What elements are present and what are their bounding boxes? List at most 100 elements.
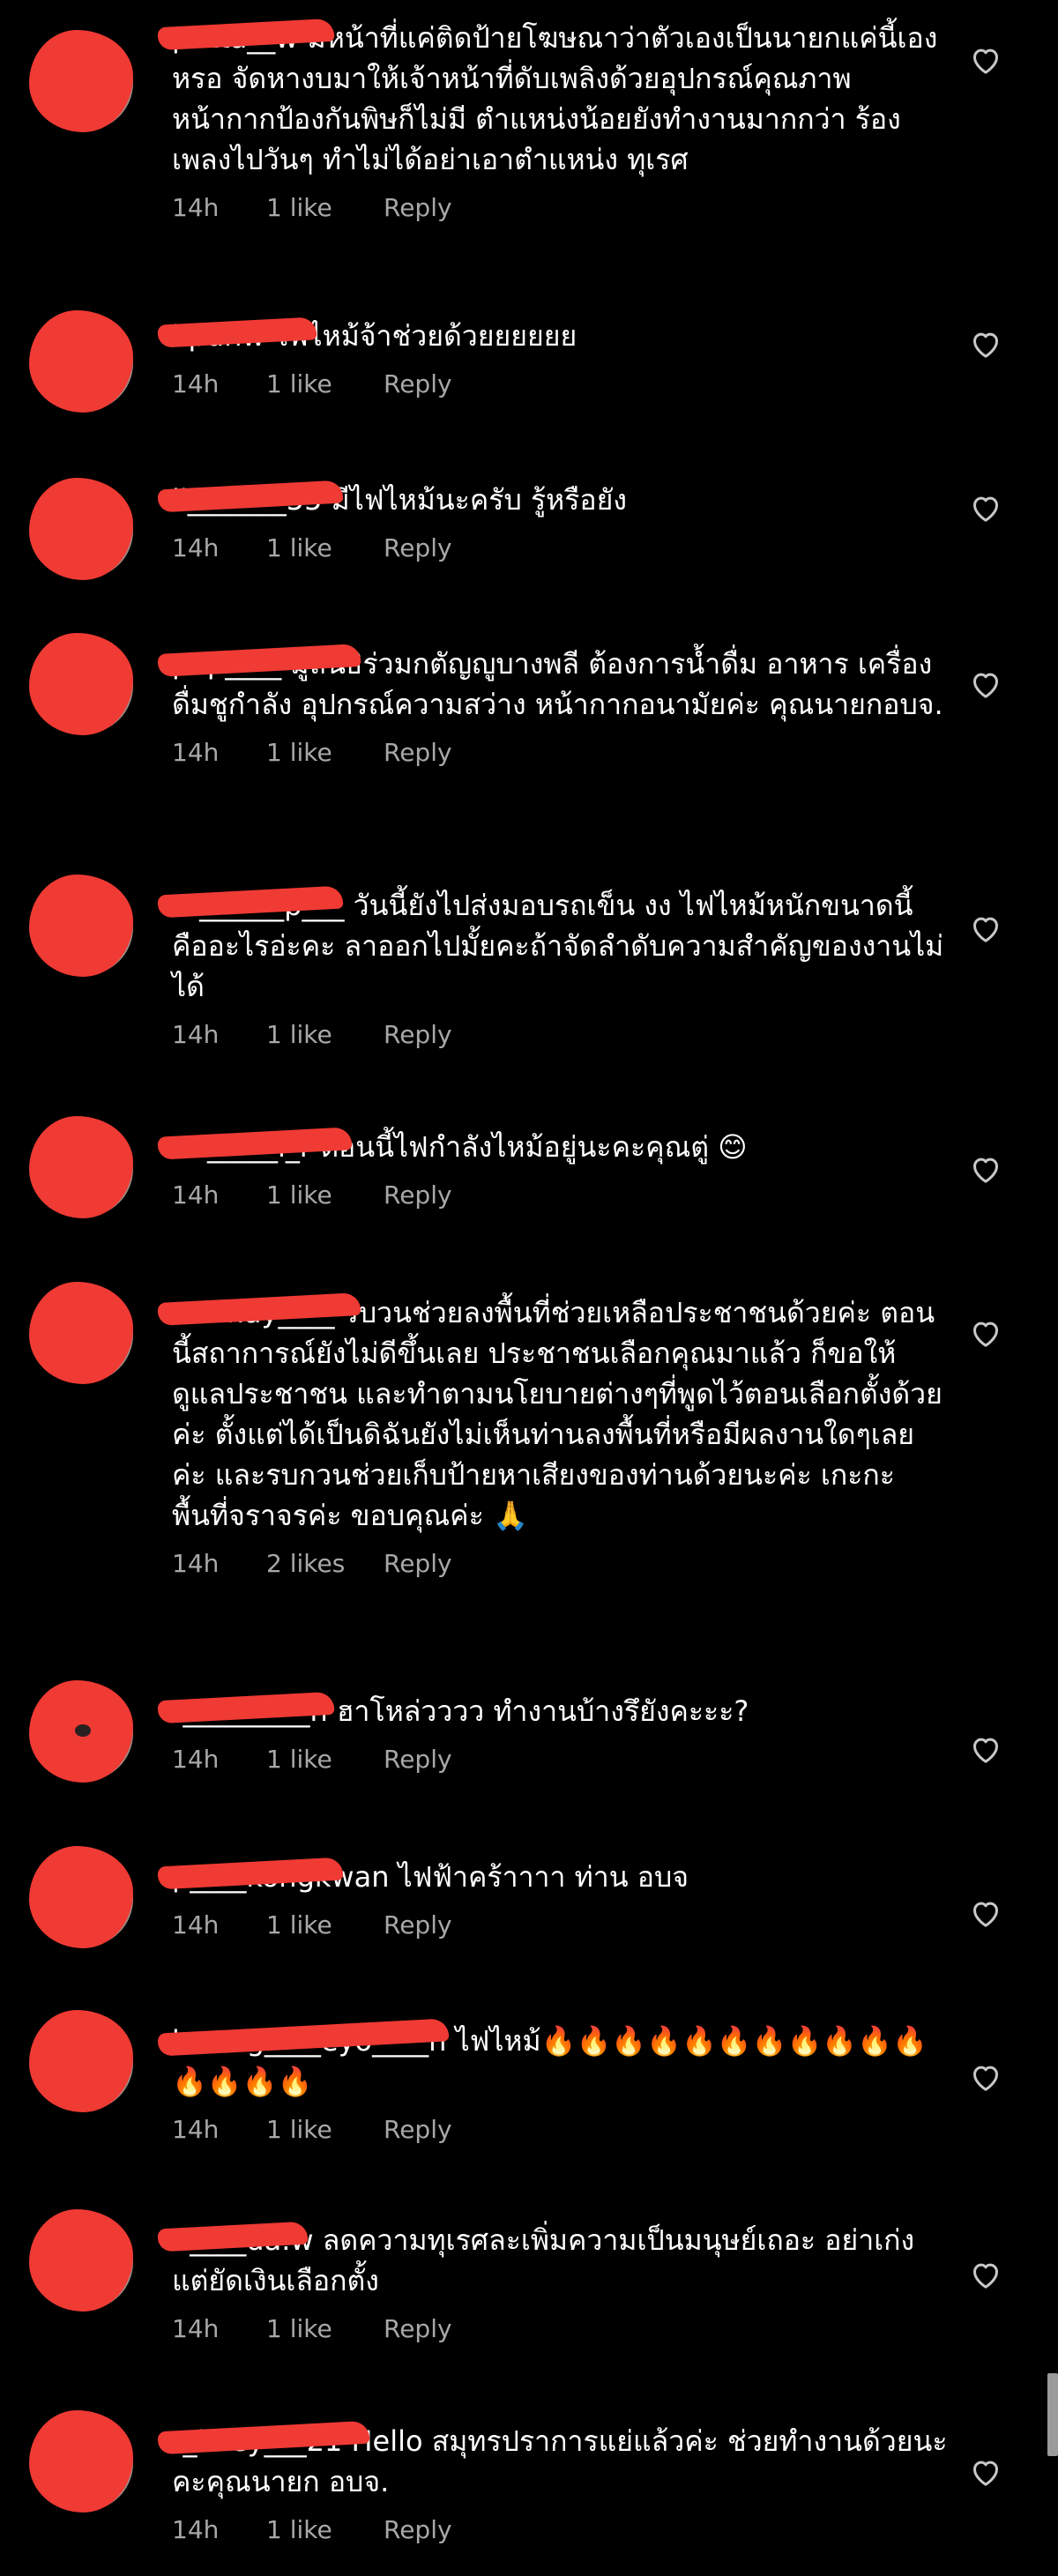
comment-text-block: pop____ มูลนิธิร่วมกตัญญูบางพลี ต้องการน… [157,643,948,725]
heart-outline-icon[interactable] [968,2454,1003,2490]
comment-body: n____da.w ลดความทุเรศละเพิ่มความเป็นมนุษ… [157,2220,948,2347]
comment-body: momay____ รบวนช่วยลงพื้นที่ช่วยเหลือประช… [157,1292,948,1582]
heart-outline-icon[interactable] [968,911,1003,946]
heart-outline-icon[interactable] [968,42,1003,78]
comment-meta: 14h 1 like Reply [172,1908,948,1943]
comment-text-block: m______p___ วันนี้ยังไปส่งมอบรถเข็น งง ไ… [157,885,948,1007]
reply-button[interactable]: Reply [384,2513,452,2548]
heart-outline-icon[interactable] [968,2059,1003,2095]
avatar-redaction [29,30,133,132]
avatar-redaction-gap [75,1724,91,1737]
comment-text-block: ne_____l_r ตอนนี้ไฟกำลังไหม้อยู่นะคะคุณต… [157,1127,948,1167]
avatar-redaction [29,1282,133,1384]
reply-button[interactable]: Reply [384,2112,452,2148]
avatar-redaction [29,633,133,735]
reply-button[interactable]: Reply [384,1017,452,1053]
comment-timestamp: 14h [172,1910,220,1939]
comment-timestamp: 14h [172,2314,220,2343]
avatar-redaction [29,310,133,413]
heart-outline-icon[interactable] [968,1731,1003,1767]
avatar[interactable] [29,1116,133,1218]
comment-like-count[interactable]: 1 like [266,1908,384,1943]
comment-body: kwang____eyo____n ไฟไหม้🔥🔥🔥🔥🔥🔥🔥🔥🔥🔥🔥🔥🔥🔥🔥 1… [157,2018,948,2148]
avatar-redaction [29,2410,133,2513]
comment-text-block: n____da.w ลดความทุเรศละเพิ่มความเป็นมนุษ… [157,2220,948,2301]
comment-text-block: t_________n ฮาโหล่วววว ทำงานบ้างรึยังคะะ… [157,1691,948,1731]
comment-like-count[interactable]: 1 like [266,2513,384,2548]
reply-button[interactable]: Reply [384,367,452,402]
comment-body: putta__w มีหน้าที่แค่ติดป้ายโฆษณาว่าตัวเ… [157,18,948,226]
comment-timestamp: 14h [172,738,220,767]
comment-body: pop____ มูลนิธิร่วมกตัญญูบางพลี ต้องการน… [157,643,948,771]
comment-like-count[interactable]: 1 like [266,531,384,566]
comment-text: รบวนช่วยลงพื้นที่ช่วยเหลือประชาชนด้วยค่ะ… [172,1296,943,1532]
comment-text-block: kpunw ไฟไหม้จ้าช่วยด้วยยยยยย [157,316,948,356]
heart-outline-icon[interactable] [968,1151,1003,1187]
comment-meta: 14h 1 like Reply [172,735,948,771]
avatar-redaction [29,1116,133,1218]
comment-like-count[interactable]: 2 likes [266,1546,384,1582]
comment-timestamp: 14h [172,369,220,398]
comment-text: ไฟฟ้าคร้าาาา ท่าน อบจ [398,1860,689,1894]
comment-body: t_laley___21 Hello สมุทรปราการแย่แล้วค่ะ… [157,2420,948,2548]
avatar-redaction [29,1680,133,1783]
comment-meta: 14h 1 like Reply [172,2513,948,2548]
comment-like-count[interactable]: 1 like [266,1742,384,1777]
avatar[interactable] [29,2010,133,2112]
avatar[interactable] [29,1846,133,1948]
heart-outline-icon[interactable] [968,1315,1003,1351]
comment-timestamp: 14h [172,2115,220,2144]
heart-outline-icon[interactable] [968,490,1003,525]
avatar[interactable] [29,310,133,413]
comment-like-count[interactable]: 1 like [266,1017,384,1053]
heart-outline-icon[interactable] [968,666,1003,702]
heart-outline-icon[interactable] [968,2257,1003,2292]
avatar[interactable] [29,1282,133,1384]
comment-like-count[interactable]: 1 like [266,1178,384,1213]
comment-like-count[interactable]: 1 like [266,2312,384,2347]
comment-text-block: t_laley___21 Hello สมุทรปราการแย่แล้วค่ะ… [157,2420,948,2502]
comment-meta: 14h 1 like Reply [172,1742,948,1777]
comment-text-block: p____kongkwan ไฟฟ้าคร้าาาา ท่าน อบจ [157,1857,948,1897]
comment-meta: 14h 1 like Reply [172,2312,948,2347]
avatar[interactable] [29,2209,133,2312]
comment-text-block: putta__w มีหน้าที่แค่ติดป้ายโฆษณาว่าตัวเ… [157,18,948,180]
comment-timestamp: 14h [172,533,220,562]
comment-meta: 14h 1 like Reply [172,531,948,566]
reply-button[interactable]: Reply [384,1742,452,1777]
comment-like-count[interactable]: 1 like [266,2112,384,2148]
reply-button[interactable]: Reply [384,2312,452,2347]
avatar[interactable] [29,30,133,132]
comment-text: มีไฟไหม้นะครับ รู้หรือยัง [331,483,627,517]
reply-button[interactable]: Reply [384,735,452,771]
comment-body: ne_____l_r ตอนนี้ไฟกำลังไหม้อยู่นะคะคุณต… [157,1127,948,1213]
avatar[interactable] [29,2410,133,2513]
avatar[interactable] [29,1680,133,1783]
heart-outline-icon[interactable] [968,326,1003,361]
reply-button[interactable]: Reply [384,1546,452,1582]
avatar-redaction [29,2209,133,2312]
avatar[interactable] [29,875,133,977]
comment-timestamp: 14h [172,1549,220,1578]
comment-timestamp: 14h [172,1745,220,1774]
avatar-redaction [29,1846,133,1948]
comment-like-count[interactable]: 1 like [266,190,384,226]
comment-text-block: momay____ รบวนช่วยลงพื้นที่ช่วยเหลือประช… [157,1292,948,1536]
reply-button[interactable]: Reply [384,190,452,226]
comment-like-count[interactable]: 1 like [266,367,384,402]
reply-button[interactable]: Reply [384,1178,452,1213]
reply-button[interactable]: Reply [384,531,452,566]
comment-meta: 14h 1 like Reply [172,1017,948,1053]
comment-text-block: kwang____eyo____n ไฟไหม้🔥🔥🔥🔥🔥🔥🔥🔥🔥🔥🔥🔥🔥🔥🔥 [157,2018,948,2102]
comment-like-count[interactable]: 1 like [266,735,384,771]
avatar-redaction [29,478,133,580]
comment-meta: 14h 2 likes Reply [172,1546,948,1582]
avatar[interactable] [29,633,133,735]
comment-meta: 14h 1 like Reply [172,1178,948,1213]
heart-outline-icon[interactable] [968,1895,1003,1931]
comment-timestamp: 14h [172,1180,220,1210]
avatar[interactable] [29,478,133,580]
avatar-redaction [29,2010,133,2112]
reply-button[interactable]: Reply [384,1908,452,1943]
scrollbar[interactable] [1047,2373,1058,2456]
